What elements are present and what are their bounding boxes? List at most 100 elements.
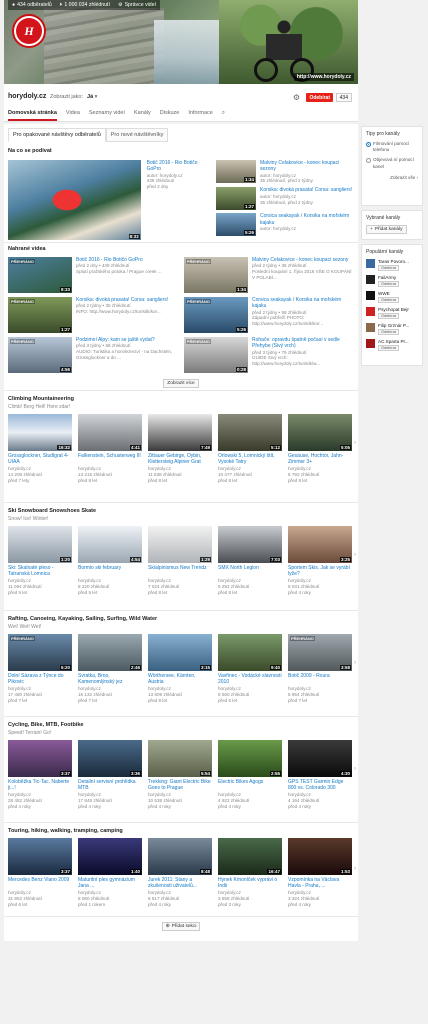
popular-channel[interactable]: Taras Povoro... Odebírat — [366, 259, 418, 271]
tab-channels[interactable]: Kanály — [134, 110, 151, 121]
list-item[interactable]: PŘEHRÁNO 5:26 Corsica seakayak / Korsika n… — [184, 297, 354, 333]
channel-banner: ● 434 odběratelů ⏵ 1 000 034 zhlédnutí ⚙ Sp… — [4, 0, 358, 84]
next-arrow-icon[interactable]: › — [354, 440, 356, 446]
popular-channel[interactable]: Filip Grznár P... Odebírat — [366, 323, 418, 335]
video-card[interactable]: 3:37 Mercedes Benz Viano 2009 horydoly.cz 3… — [8, 838, 72, 908]
video-card[interactable]: 4:41 Falkenstein, Schusterweg III horydoly… — [78, 414, 142, 484]
settings-gear-icon[interactable]: ⚙ — [293, 93, 300, 102]
video-card[interactable]: 3:37 Koloběžka Tic-Tac. Naberte ji...! hor… — [8, 740, 72, 810]
tab-playlists[interactable]: Seznamy videí — [89, 110, 125, 121]
tab-about[interactable]: Informace — [188, 110, 212, 121]
popular-channel[interactable]: Psychopat Bejr Odebírat — [366, 307, 418, 319]
popular-channel[interactable]: AC Sparta Pr... Odebírat — [366, 339, 418, 351]
subscribe-button[interactable]: Odebírat — [378, 345, 399, 351]
show-more-button[interactable]: Zobrazit více — [163, 379, 199, 388]
tab-discussion[interactable]: Diskuze — [160, 110, 180, 121]
show-all-link[interactable]: Zobrazit vše › — [366, 175, 418, 180]
subscribe-button[interactable]: Odebírat — [378, 265, 399, 271]
section-title[interactable]: Cycling, Bike, MTB, Footbike — [8, 722, 354, 728]
next-arrow-icon[interactable]: › — [354, 866, 356, 872]
subscribe-count: 434 — [335, 93, 352, 102]
video-card[interactable]: 8:48 Jurek 2011: Stany a zkušenosti uživa… — [148, 838, 212, 908]
section-title[interactable]: Rafting, Canoeing, Kayaking, Sailing, Su… — [8, 616, 354, 622]
section-title[interactable]: Ski Snowboard Snowshoes Skate — [8, 508, 354, 514]
video-card[interactable]: 16:47 Hynek Kmoníček vyprávi o Indii horyd… — [218, 838, 282, 908]
video-card[interactable]: 7:49 Zittauer Gebirge, Oybin, Kletterstei… — [148, 414, 212, 484]
list-item[interactable]: 1:34 Malviny Celakovice - konec koupaci … — [216, 160, 354, 184]
gear-icon: ⚙ — [117, 2, 123, 8]
video-card[interactable]: 5:05 Gesäuse, Hochtor, Jahn-Zimmer 3+ hory… — [288, 414, 352, 484]
video-card[interactable]: 1:40 Maturitní ples gymnázium Jana ... hor… — [78, 838, 142, 908]
popular-channel[interactable]: FailArmy Odebírat — [366, 275, 418, 287]
video-card[interactable]: 4:54 Bormio ski february horydoly.cz 8 220 … — [78, 526, 142, 596]
subscribe-button[interactable]: Odebírat — [378, 297, 399, 303]
list-item[interactable]: 5:26 Corsica seakayak / Korsika na mořsk… — [216, 213, 354, 237]
subtab-returning[interactable]: Pro opakované návštěvy odběratelů — [8, 128, 106, 142]
channel-name[interactable]: horydoly.cz — [8, 93, 46, 100]
tip-option[interactable]: Filmování pomocí telefonu — [366, 141, 418, 153]
list-item[interactable]: PŘEHRÁNO 1:27 Korsika: divoká prasata! Cor… — [8, 297, 178, 333]
uploads-section: Nahrané videa PŘEHRÁNO 8:33 Botič 2016 - R… — [8, 246, 354, 388]
channel-logo[interactable]: H — [12, 14, 46, 48]
subscribe-button[interactable]: Odebírat — [378, 313, 399, 319]
channel-tabs: Domovská stránka Videa Seznamy videí Kan… — [8, 110, 225, 121]
video-card[interactable]: 2:55 Electric Bikes Agogs horydoly.cz 4 922… — [218, 740, 282, 810]
channel-tips-panel: Tipy pro kanály Filmování pomocí telefon… — [361, 126, 423, 206]
next-arrow-icon[interactable]: › — [354, 660, 356, 666]
video-card[interactable]: 5:12 Orlowski 5, Lomnický štít, Vysoké Ta… — [218, 414, 282, 484]
subscribe-button[interactable]: Odebírat — [306, 93, 333, 102]
avatar — [366, 339, 375, 348]
add-section-button[interactable]: ⊕ Přidat sekci — [161, 922, 201, 931]
video-card[interactable]: 1:20 Ski: Skalnaté pleso - Tatranská Lomn… — [8, 526, 72, 596]
avatar — [366, 275, 375, 284]
banner-url[interactable]: http://www.horydoly.cz — [293, 73, 354, 81]
video-card[interactable]: 3:36 Detailní servisní prohlídka MTB horyd… — [78, 740, 142, 810]
video-card[interactable]: 2:46 Svratka, Brno, Kamenomlýnský jez hory… — [78, 634, 142, 704]
featured-video-title[interactable]: Botič 2016 - Rio Botičo GoPro — [147, 160, 210, 173]
add-icon: ⊕ — [165, 924, 170, 929]
video-card[interactable]: 4:30 GPS TEST Garmin Edge 800 vs. Colorad… — [288, 740, 352, 810]
video-card[interactable]: 3:25 Sportem Skis. Jak se vyrábí lyže? hor… — [288, 526, 352, 596]
popular-channels-panel: Populární kanály Taras Povoro... Odebírat… — [361, 244, 423, 366]
next-arrow-icon[interactable]: › — [354, 766, 356, 772]
video-manager-link[interactable]: ⚙ Správce videí — [118, 2, 156, 8]
section-title[interactable]: Climbing Mountaineering — [8, 396, 354, 402]
list-item[interactable]: PŘEHRÁNO 1:34 Malviny Celakovice - konec k… — [184, 257, 354, 293]
video-card[interactable]: 16:32 Grossglockner, Studlgrat 4- UIAA hor… — [8, 414, 72, 484]
section-title: Nahrané videa — [8, 246, 46, 252]
subscribe-button[interactable]: Odebírat — [378, 281, 399, 287]
playlist-section-cycling: Cycling, Bike, MTB, Footbike Speed! Terr… — [8, 722, 356, 810]
avatar — [366, 323, 375, 332]
popular-channel[interactable]: WWE Odebírat — [366, 291, 418, 303]
featured-video-thumb[interactable]: 8:33 — [8, 160, 141, 240]
next-arrow-icon[interactable]: › — [354, 552, 356, 558]
video-card[interactable]: 1:29 Skialpinismus New Trendz horydoly.cz 7… — [148, 526, 212, 596]
list-item[interactable]: PŘEHRÁNO 4:56 Podzimní Alpy: kam se jaště … — [8, 337, 178, 373]
section-title: Na co se podívat — [8, 148, 52, 154]
tab-videos[interactable]: Videa — [66, 110, 80, 121]
tab-home[interactable]: Domovská stránka — [8, 110, 57, 121]
avatar — [366, 259, 375, 268]
video-card[interactable]: PŘEHRÁNO 3:58 Botič 2009 - Roura horydoly.c… — [288, 634, 352, 704]
channel-page: ● 434 odběratelů ⏵ 1 000 034 zhlédnutí ⚙ Sp… — [0, 0, 428, 1024]
video-card[interactable]: 7:03 SMX North Legion horydoly.cz 5 292 zhl… — [218, 526, 282, 596]
video-card[interactable]: 3:15 Wörthersee, Kärnten, Austria horydoly… — [148, 634, 212, 704]
subscribers-stat: ● 434 odběratelů — [12, 2, 52, 8]
subtab-new[interactable]: Pro nové návštěvníky — [105, 128, 169, 142]
video-card[interactable]: 1:53 Vzpomínka na Václava Havla - Praha, … — [288, 838, 352, 908]
video-card[interactable]: 5:54 Trekking: Giant Electric Bike Goes t… — [148, 740, 212, 810]
list-item[interactable]: PŘEHRÁNO 8:33 Botič 2016 - Rio Botičo GoPr… — [8, 257, 178, 293]
video-card[interactable]: 9:40 Vavřinec - Vodácké slavnosti 2010 hor… — [218, 634, 282, 704]
person-icon: ● — [12, 2, 16, 8]
video-card[interactable]: PŘEHRÁNO 5:20 Dolní Sázava z Týnce do Piko… — [8, 634, 72, 704]
section-title[interactable]: Touring, hiking, walking, tramping, camp… — [8, 828, 354, 834]
list-item[interactable]: PŘEHRÁNO 0:28 Rohače: opravdu špatně počas… — [184, 337, 354, 373]
list-item[interactable]: 1:27 Korsika: divoká prasata! Corsa: san… — [216, 187, 354, 211]
tip-option[interactable]: Objevová ní pomocí kanel — [366, 157, 418, 169]
views-icon: ⏵ — [59, 1, 63, 8]
avatar — [366, 307, 375, 316]
add-channels-button[interactable]: + Přidat kanály — [366, 225, 407, 234]
view-as-selector[interactable]: Zobrazit jako: Já ▾ — [50, 94, 97, 100]
search-icon[interactable]: ⌕ — [222, 110, 225, 121]
subscribe-button[interactable]: Odebírat — [378, 329, 399, 335]
